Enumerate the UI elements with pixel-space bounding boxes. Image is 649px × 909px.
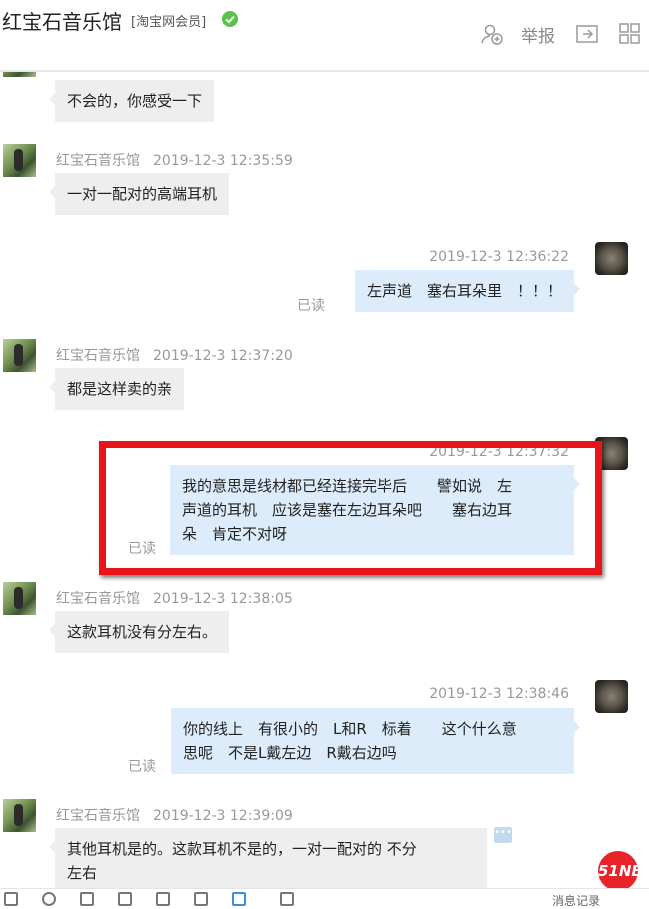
folder-icon[interactable]: [118, 892, 132, 906]
avatar[interactable]: [3, 72, 36, 77]
sender-name: 红宝石音乐馆: [56, 348, 140, 364]
timestamp: 2019-12-3 12:37:20: [153, 348, 293, 364]
timestamp: 2019-12-3 12:38:46: [429, 686, 569, 702]
report-button[interactable]: 举报: [521, 22, 555, 47]
add-friend-icon[interactable]: [480, 22, 504, 46]
timestamp: 2019-12-3 12:36:22: [429, 249, 569, 265]
smile-icon[interactable]: [42, 892, 56, 906]
chat-message-list[interactable]: 不会的，你感受一下 红宝石音乐馆 2019-12-3 12:35:59 一对一配对…: [0, 72, 649, 890]
avatar[interactable]: [3, 582, 36, 615]
message-line: 左右: [67, 864, 98, 882]
timestamp: 2019-12-3 12:39:09: [153, 808, 293, 824]
sender-name: 红宝石音乐馆: [56, 591, 140, 607]
message-bubble-left[interactable]: 一对一配对的高端耳机: [48, 173, 230, 215]
read-status: 已读: [128, 759, 156, 775]
message-line: 思呢 不是L戴左边 R戴右边吗: [183, 744, 397, 762]
sender-name: 红宝石音乐馆: [56, 808, 140, 824]
emoji-icon[interactable]: [4, 892, 18, 906]
avatar[interactable]: [3, 339, 36, 372]
more-options-icon[interactable]: •••: [494, 827, 512, 843]
avatar[interactable]: [3, 799, 36, 832]
forward-icon[interactable]: [575, 22, 599, 46]
image-icon[interactable]: [80, 892, 94, 906]
message-line: 其他耳机是的。这款耳机不是的，一对一配对的 不分: [67, 840, 417, 858]
chat-header: 红宝石音乐馆 [淘宝网会员] 举报: [0, 0, 649, 72]
highlight-box: [99, 441, 602, 575]
avatar[interactable]: [595, 680, 628, 713]
verified-icon: [222, 11, 238, 27]
message-meta: 红宝石音乐馆 2019-12-3 12:38:05: [56, 588, 293, 608]
message-history-button[interactable]: 消息记录: [552, 892, 600, 909]
member-tag: [淘宝网会员]: [131, 15, 207, 30]
shop-name[interactable]: 红宝石音乐馆: [2, 6, 122, 35]
timestamp: 2019-12-3 12:38:05: [153, 591, 293, 607]
message-bubble-left[interactable]: 其他耳机是的。这款耳机不是的，一对一配对的 不分 左右: [49, 828, 487, 890]
avatar[interactable]: [595, 242, 628, 275]
read-status: 已读: [297, 298, 325, 314]
message-bubble-left[interactable]: 这款耳机没有分左右。: [48, 611, 230, 653]
message-line: 你的线上 有很小的 L和R 标着 这个什么意: [183, 720, 517, 738]
message-bubble-right[interactable]: 你的线上 有很小的 L和R 标着 这个什么意 思呢 不是L戴左边 R戴右边吗: [171, 708, 580, 774]
sender-name: 红宝石音乐馆: [56, 153, 140, 169]
message-meta: 红宝石音乐馆 2019-12-3 12:35:59: [56, 150, 293, 170]
avatar[interactable]: [3, 144, 36, 177]
document-icon[interactable]: [194, 892, 208, 906]
brand-badge: 51NB: [598, 851, 643, 890]
message-bubble-left[interactable]: 都是这样卖的亲: [48, 368, 185, 410]
message-meta: 红宝石音乐馆 2019-12-3 12:37:20: [56, 345, 293, 365]
timestamp: 2019-12-3 12:35:59: [153, 153, 293, 169]
screenshot-icon[interactable]: [156, 892, 170, 906]
input-toolbar: 消息记录: [0, 888, 649, 908]
message-bubble-right[interactable]: 左声道 塞右耳朵里 ！！！: [354, 270, 581, 312]
message-bubble-left[interactable]: 不会的，你感受一下: [48, 80, 215, 122]
scissors-icon[interactable]: [232, 892, 246, 906]
grid-icon[interactable]: [618, 22, 642, 46]
message-meta: 红宝石音乐馆 2019-12-3 12:39:09: [56, 805, 293, 825]
order-icon[interactable]: [280, 892, 294, 906]
